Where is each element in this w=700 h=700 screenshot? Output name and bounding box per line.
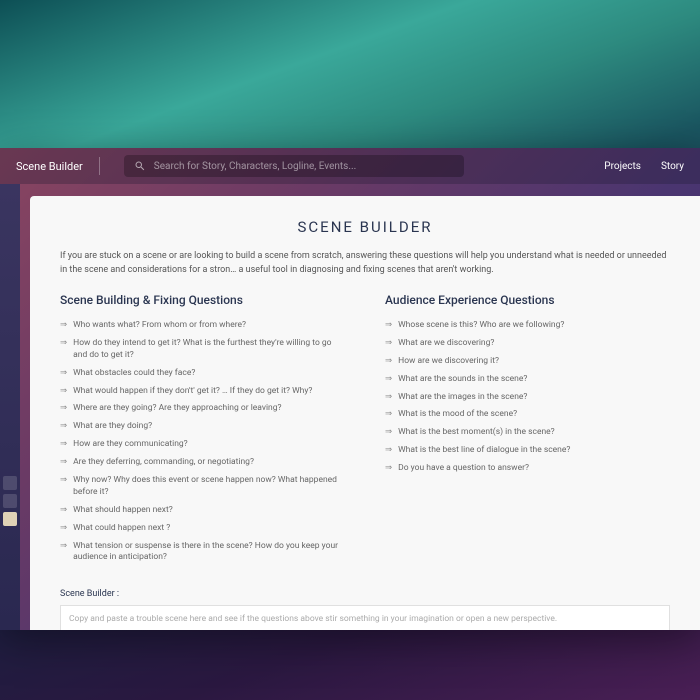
app-title: Scene Builder <box>16 160 83 173</box>
question-item: What obstacles could they face? <box>60 365 345 383</box>
left-questions: Who wants what? From whom or from where?… <box>60 317 345 567</box>
question-item: What is the mood of the scene? <box>385 406 670 424</box>
question-item: How are we discovering it? <box>385 353 670 371</box>
question-item: How do they intend to get it? What is th… <box>60 335 345 365</box>
question-item: What should happen next? <box>60 502 345 520</box>
right-heading: Audience Experience Questions <box>385 293 670 307</box>
search-icon <box>134 160 146 172</box>
intro-text: If you are stuck on a scene or are looki… <box>60 250 670 277</box>
question-item: Where are they going? Are they approachi… <box>60 400 345 418</box>
question-item: What are the sounds in the scene? <box>385 371 670 389</box>
divider <box>99 157 100 175</box>
question-item: Are they deferring, commanding, or negot… <box>60 454 345 472</box>
question-item: What is the best moment(s) in the scene? <box>385 424 670 442</box>
question-item: What is the best line of dialogue in the… <box>385 442 670 460</box>
left-heading: Scene Building & Fixing Questions <box>60 293 345 307</box>
builder-section: Scene Builder : Copy and paste a trouble… <box>60 589 670 630</box>
sidebar-item[interactable] <box>3 494 17 508</box>
sidebar <box>0 184 20 630</box>
search-box[interactable] <box>124 155 464 177</box>
app-window: Scene Builder Projects Story SCENE BUILD… <box>0 148 700 630</box>
question-item: What are they doing? <box>60 418 345 436</box>
page-title: SCENE BUILDER <box>60 218 670 236</box>
builder-textarea[interactable]: Copy and paste a trouble scene here and … <box>60 605 670 630</box>
content-area: SCENE BUILDER If you are stuck on a scen… <box>30 196 700 630</box>
right-questions: Whose scene is this? Who are we followin… <box>385 317 670 478</box>
column-right: Audience Experience Questions Whose scen… <box>385 293 670 567</box>
question-item: How are they communicating? <box>60 436 345 454</box>
question-item: Whose scene is this? Who are we followin… <box>385 317 670 335</box>
search-input[interactable] <box>154 161 454 172</box>
question-item: What are we discovering? <box>385 335 670 353</box>
columns: Scene Building & Fixing Questions Who wa… <box>60 293 670 567</box>
question-item: What are the images in the scene? <box>385 389 670 407</box>
top-bar: Scene Builder Projects Story <box>0 148 700 184</box>
question-item: What could happen next ? <box>60 520 345 538</box>
sidebar-item[interactable] <box>3 476 17 490</box>
question-item: Who wants what? From whom or from where? <box>60 317 345 335</box>
column-left: Scene Building & Fixing Questions Who wa… <box>60 293 345 567</box>
nav-right: Projects Story <box>604 161 684 172</box>
question-item: Why now? Why does this event or scene ha… <box>60 472 345 502</box>
builder-label: Scene Builder : <box>60 589 670 599</box>
question-item: What would happen if they don't' get it?… <box>60 383 345 401</box>
question-item: What tension or suspense is there in the… <box>60 538 345 568</box>
nav-story[interactable]: Story <box>661 161 684 172</box>
nav-projects[interactable]: Projects <box>604 161 641 172</box>
sidebar-item-active[interactable] <box>3 512 17 526</box>
question-item: Do you have a question to answer? <box>385 460 670 478</box>
